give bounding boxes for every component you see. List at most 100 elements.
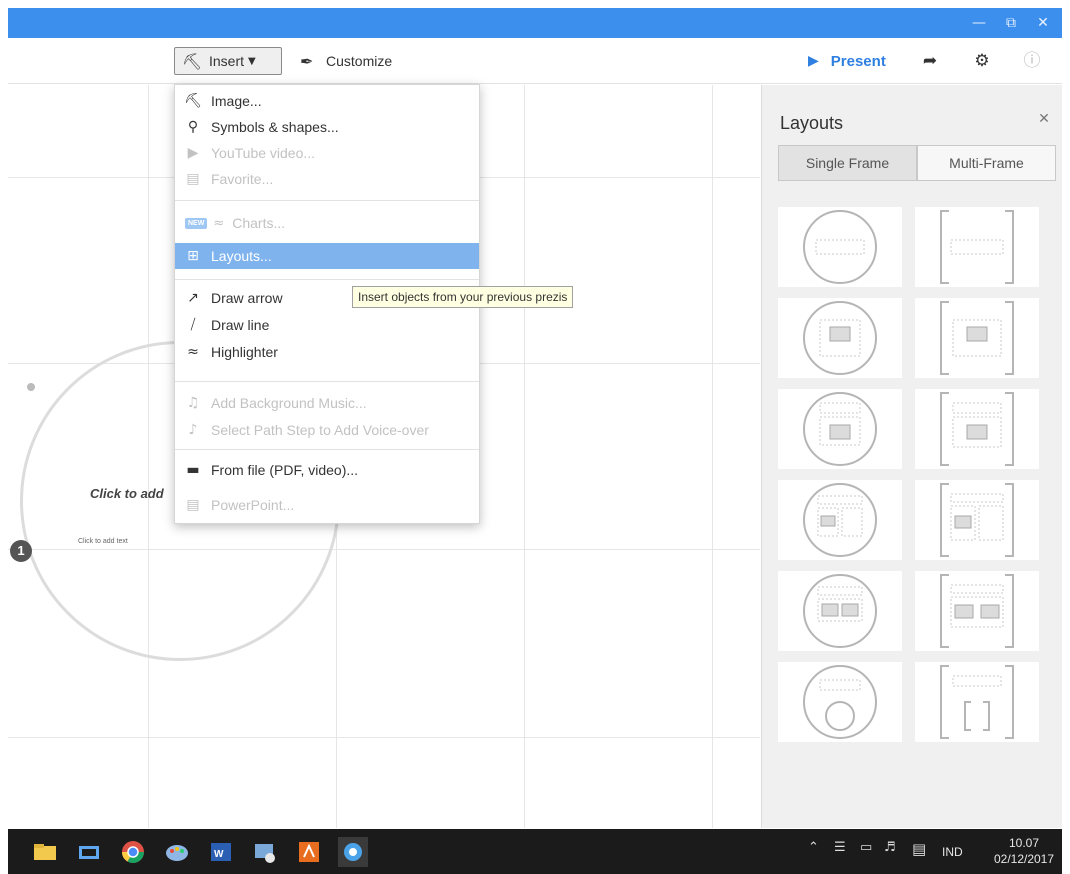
menu-divider xyxy=(175,381,479,382)
note-icon: ♪ xyxy=(188,422,198,438)
menu-item-favorite[interactable]: ▤ Favorite... xyxy=(175,166,479,192)
clock-time: 10.07 xyxy=(1008,836,1040,850)
tab-multi-frame[interactable]: Multi-Frame xyxy=(917,145,1056,181)
panel-title: Layouts xyxy=(780,113,844,133)
menu-item-label: Draw arrow xyxy=(211,290,283,306)
toolbar: ⛏ Insert ▼ ✒ Customize ▶ Present ➦ ⚙ ⓘ xyxy=(8,38,1062,84)
file-explorer-icon[interactable] xyxy=(30,837,60,867)
powerpoint-icon: ▤ xyxy=(186,497,200,513)
menu-divider xyxy=(175,279,479,280)
menu-item-background-music[interactable]: ♫ Add Background Music... xyxy=(175,390,479,416)
menu-item-charts[interactable]: NEW ≈ Charts... xyxy=(175,210,479,236)
new-badge: NEW xyxy=(185,217,208,229)
tooltip: Insert objects from your previous prezis xyxy=(352,286,574,308)
layout-tile-bracket-title-image[interactable] xyxy=(915,389,1039,469)
grid-line xyxy=(712,85,713,828)
snipping-icon[interactable] xyxy=(250,837,280,867)
title-placeholder[interactable]: Click to add xyxy=(90,486,164,501)
text-placeholder[interactable]: Click to add text xyxy=(78,538,128,545)
present-label: Present xyxy=(830,52,886,70)
folder-icon: ▬ xyxy=(186,462,200,478)
menu-item-label: Charts... xyxy=(232,215,286,231)
menu-item-label: From file (PDF, video)... xyxy=(211,462,359,478)
menu-item-powerpoint[interactable]: ▤ PowerPoint... xyxy=(175,492,479,518)
arrow-icon: ↗ xyxy=(187,290,199,306)
insert-button[interactable]: ⛏ Insert ▼ xyxy=(174,47,282,75)
office-icon[interactable] xyxy=(294,837,324,867)
layout-tile-bracket-title[interactable] xyxy=(915,207,1039,287)
tab-single-frame[interactable]: Single Frame xyxy=(778,145,917,181)
menu-item-voice-over[interactable]: ♪ Select Path Step to Add Voice-over xyxy=(175,417,479,443)
menu-item-label: Draw line xyxy=(211,317,270,333)
path-point[interactable] xyxy=(27,383,35,391)
clock[interactable]: 10.07 02/12/2017 xyxy=(990,835,1058,867)
share-icon[interactable]: ➦ xyxy=(916,47,944,75)
restore-icon[interactable]: ⧉ xyxy=(996,8,1026,38)
volume-icon[interactable]: ♬ xyxy=(884,840,896,855)
clock-date: 02/12/2017 xyxy=(993,852,1055,866)
menu-item-draw-line[interactable]: ⧸ Draw line xyxy=(175,312,479,338)
layout-tile-bracket-two-column[interactable] xyxy=(915,480,1039,560)
menu-item-layouts[interactable]: ⊞ Layouts... xyxy=(175,243,479,269)
chrome-icon[interactable] xyxy=(118,837,148,867)
menu-divider xyxy=(175,200,479,201)
layout-tile-circle-two-column[interactable] xyxy=(778,480,902,560)
chevron-up-icon[interactable]: ⌃ xyxy=(808,840,819,855)
line-icon: ⧸ xyxy=(190,317,196,333)
notification-icon[interactable]: ▤ xyxy=(912,840,926,858)
music-icon: ♫ xyxy=(186,395,200,411)
menu-item-label: Add Background Music... xyxy=(211,395,367,411)
svg-text:W: W xyxy=(214,849,224,860)
menu-item-label: Image... xyxy=(211,93,262,109)
close-icon[interactable]: ✕ xyxy=(1028,8,1058,38)
lightbulb-icon: ⚲ xyxy=(187,119,199,135)
close-icon[interactable]: ✕ xyxy=(1034,109,1054,129)
brush-icon: ✒ xyxy=(300,51,314,71)
title-bar: — ⧉ ✕ xyxy=(8,8,1062,38)
task-view-icon[interactable] xyxy=(74,837,104,867)
minimize-icon[interactable]: — xyxy=(964,8,994,38)
menu-item-label: Symbols & shapes... xyxy=(211,119,339,135)
menu-item-label: YouTube video... xyxy=(211,145,316,161)
prezi-icon[interactable] xyxy=(338,837,368,867)
favorite-icon: ▤ xyxy=(186,171,200,187)
customize-label: Customize xyxy=(326,53,393,69)
insert-label: Insert xyxy=(209,53,245,69)
menu-item-image[interactable]: ⛏ Image... xyxy=(175,88,479,114)
path-step-badge[interactable]: 1 xyxy=(10,540,32,562)
layout-tile-bracket-two-images[interactable] xyxy=(915,571,1039,651)
customize-button[interactable]: ✒ Customize xyxy=(300,47,392,75)
layout-tile-bracket-nested[interactable] xyxy=(915,662,1039,742)
word-icon[interactable]: W xyxy=(206,837,236,867)
wifi-icon[interactable]: ☰ xyxy=(834,840,846,855)
menu-item-label: Layouts... xyxy=(211,248,272,264)
highlighter-icon: ≈ xyxy=(187,344,199,360)
chevron-down-icon: ▼ xyxy=(248,55,256,67)
layout-tile-circle-image[interactable] xyxy=(778,298,902,378)
layout-tile-bracket-image[interactable] xyxy=(915,298,1039,378)
menu-item-highlighter[interactable]: ≈ Highlighter xyxy=(175,339,479,365)
menu-item-label: Favorite... xyxy=(211,171,274,187)
menu-item-label: Select Path Step to Add Voice-over xyxy=(211,422,429,438)
taskbar: W ⌃ ☰ ▭ ♬ ▤ IND 10.07 02/12/2017 xyxy=(8,829,1062,874)
layout-tile-circle-title[interactable] xyxy=(778,207,902,287)
layout-tile-circle-title-image[interactable] xyxy=(778,389,902,469)
present-button[interactable]: ▶ Present xyxy=(808,47,886,75)
layouts-icon: ⊞ xyxy=(187,248,199,264)
layout-tile-circle-nested[interactable] xyxy=(778,662,902,742)
paint-icon[interactable] xyxy=(162,837,192,867)
language-indicator[interactable]: IND xyxy=(942,845,963,859)
play-icon: ▶ xyxy=(808,53,819,69)
menu-item-symbols[interactable]: ⚲ Symbols & shapes... xyxy=(175,114,479,140)
layout-tile-circle-two-images[interactable] xyxy=(778,571,902,651)
battery-icon[interactable]: ▭ xyxy=(860,840,872,855)
gear-icon[interactable]: ⚙ xyxy=(968,47,996,75)
menu-item-label: Highlighter xyxy=(211,344,278,360)
menu-item-youtube[interactable]: ▶ YouTube video... xyxy=(175,140,479,166)
menu-item-from-file[interactable]: ▬ From file (PDF, video)... xyxy=(175,457,479,483)
help-icon[interactable]: ⓘ xyxy=(1018,47,1046,75)
layouts-panel: Layouts ✕ Single Frame Multi-Frame xyxy=(761,85,1062,828)
menu-item-label: PowerPoint... xyxy=(211,497,295,513)
grid-line xyxy=(524,85,525,828)
youtube-icon: ▶ xyxy=(187,145,199,161)
